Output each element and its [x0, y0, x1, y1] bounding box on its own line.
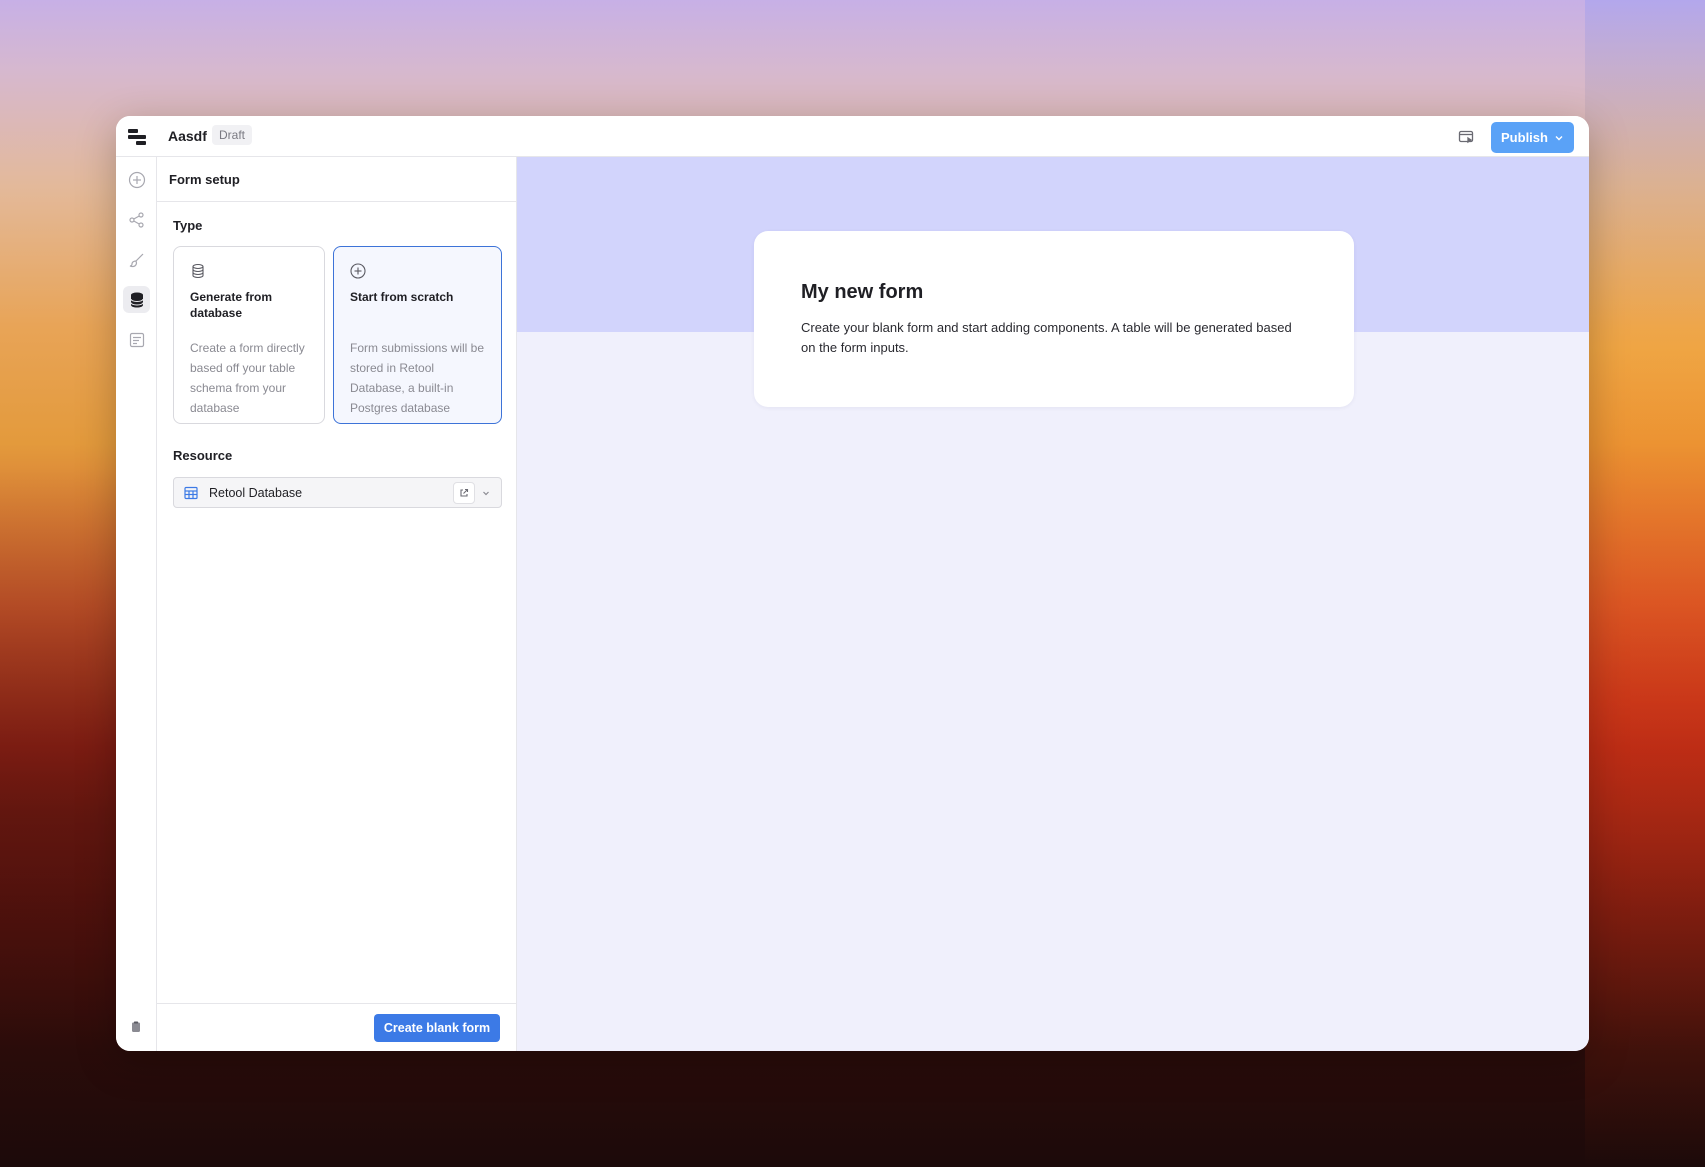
resource-value: Retool Database	[209, 485, 303, 500]
preview-button[interactable]	[1455, 126, 1477, 148]
resource-label: Resource	[173, 448, 233, 463]
rail-form-button[interactable]	[123, 326, 150, 353]
app-window: Aasdf Draft Publish Form setup Type Gene…	[116, 116, 1589, 1051]
rail-database-button[interactable]	[123, 286, 150, 313]
resource-select[interactable]: Retool Database	[173, 477, 502, 508]
app-title[interactable]: Aasdf	[168, 128, 207, 144]
chevron-down-icon	[1555, 135, 1563, 140]
publish-button[interactable]: Publish	[1491, 122, 1574, 153]
panel-title: Form setup	[157, 157, 516, 202]
card-description: Form submissions will be stored in Retoo…	[350, 341, 485, 415]
top-bar: Aasdf Draft Publish	[116, 116, 1589, 157]
form-description: Create your blank form and start adding …	[801, 320, 1292, 355]
clipboard-icon	[132, 1021, 140, 1032]
brush-icon	[129, 253, 143, 267]
create-blank-form-button[interactable]: Create blank form	[374, 1014, 500, 1042]
rail-clipboard-button[interactable]	[128, 1019, 144, 1035]
table-icon	[184, 486, 198, 499]
database-icon	[130, 292, 143, 307]
add-icon	[128, 171, 145, 188]
background-right-shade	[1585, 0, 1705, 1167]
form-canvas: My new form Create your blank form and s…	[517, 157, 1589, 1051]
card-title: Generate from database	[190, 290, 273, 320]
form-icon	[129, 332, 144, 347]
card-description: Create a form directly based off your ta…	[190, 341, 305, 415]
rail-add-button[interactable]	[123, 166, 150, 193]
type-card-start-from-scratch[interactable]: Start from scratch Form submissions will…	[333, 246, 502, 424]
chevron-down-icon	[483, 491, 489, 495]
type-card-generate-from-database[interactable]: Generate from database Create a form dir…	[173, 246, 325, 424]
card-title: Start from scratch	[350, 290, 454, 304]
left-icon-rail	[116, 157, 157, 1051]
rail-share-button[interactable]	[123, 206, 150, 233]
type-label: Type	[173, 218, 203, 233]
database-icon	[190, 263, 206, 279]
open-resource-button[interactable]	[453, 481, 475, 504]
form-setup-panel: Form setup Type Generate from database C…	[157, 157, 517, 1051]
form-preview-card[interactable]: My new form Create your blank form and s…	[754, 231, 1354, 407]
panel-footer: Create blank form	[157, 1003, 516, 1051]
status-badge: Draft	[212, 125, 253, 145]
form-title: My new form	[801, 281, 924, 303]
rail-style-button[interactable]	[123, 246, 150, 273]
share-icon	[128, 211, 144, 228]
plus-circle-icon	[350, 263, 366, 279]
publish-label: Publish	[1501, 130, 1548, 145]
retool-logo-icon[interactable]	[126, 126, 148, 148]
external-link-icon	[460, 488, 469, 497]
preview-icon	[1458, 130, 1474, 144]
